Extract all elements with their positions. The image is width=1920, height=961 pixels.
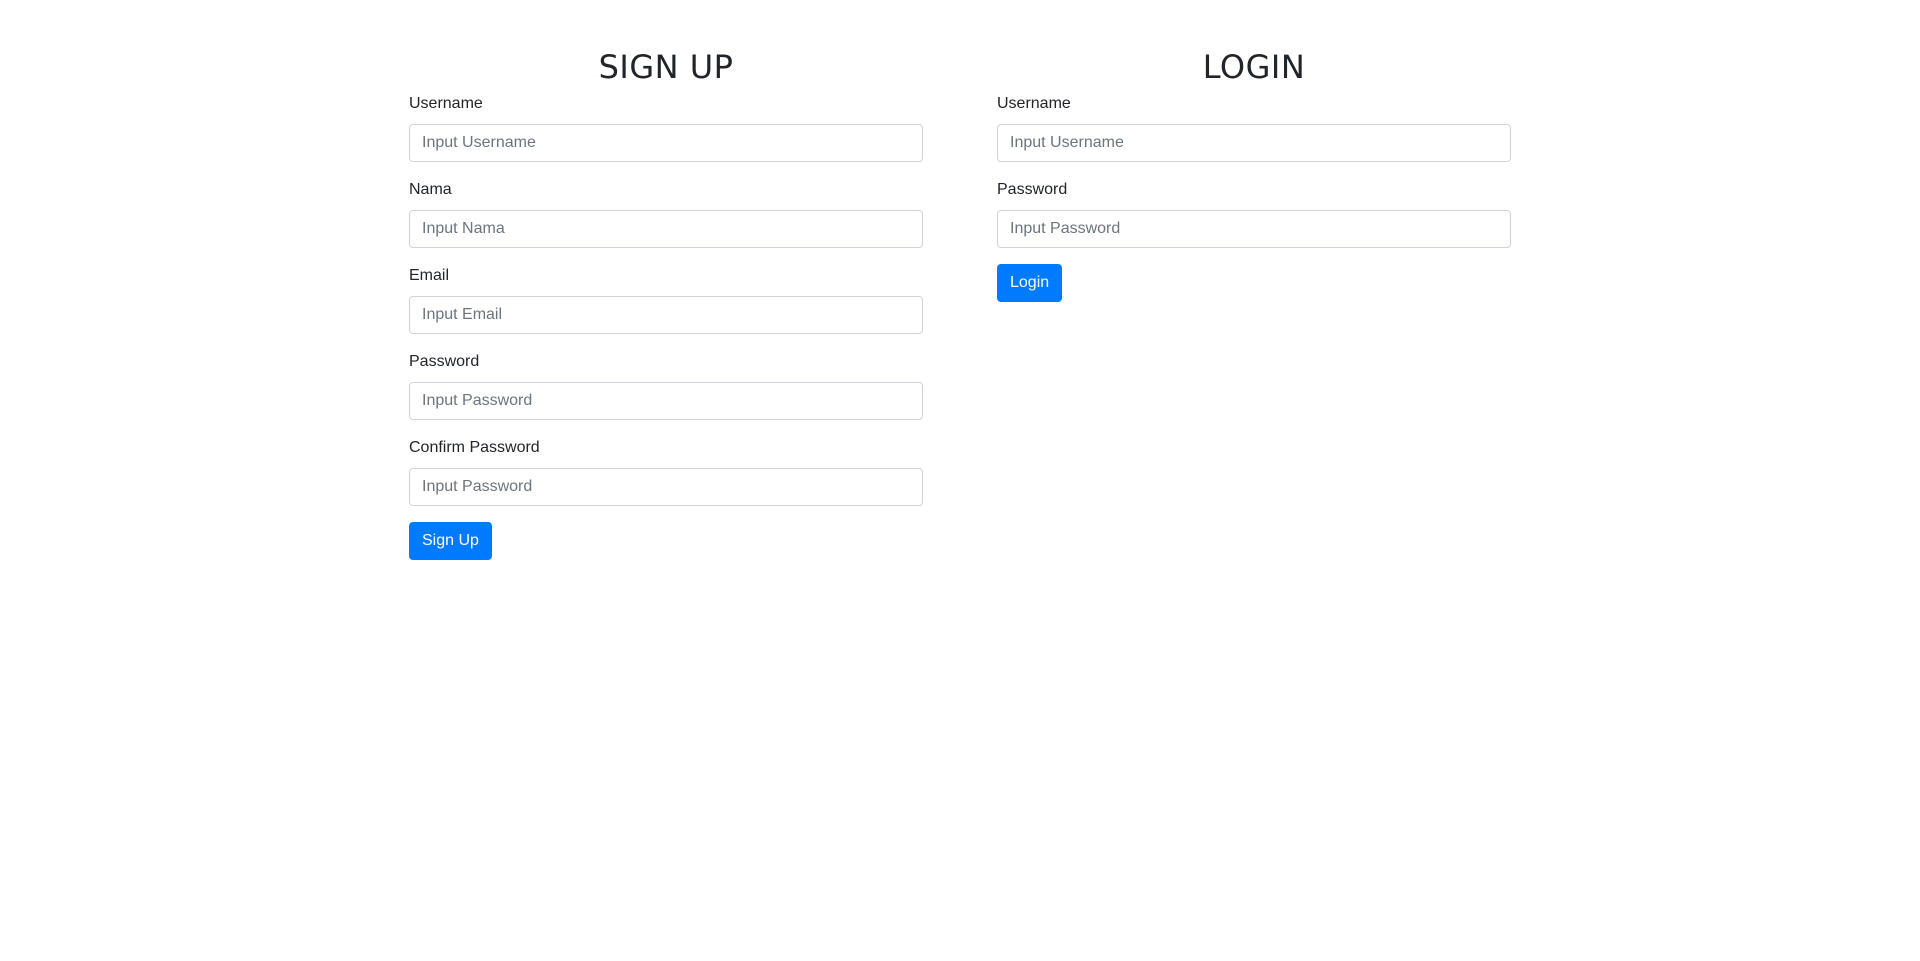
signup-nama-group: Nama (409, 178, 923, 249)
signup-username-group: Username (409, 92, 923, 163)
login-username-group: Username (997, 92, 1511, 163)
signup-username-label: Username (409, 95, 483, 113)
signup-password-group: Password (409, 350, 923, 421)
login-password-input[interactable] (997, 210, 1511, 249)
signup-email-label: Email (409, 267, 450, 285)
signup-password-label: Password (409, 353, 480, 371)
signup-confirm-password-label: Confirm Password (409, 439, 540, 457)
signup-password-input[interactable] (409, 382, 923, 421)
signup-title: SIGN UP (598, 48, 734, 86)
signup-email-group: Email (409, 264, 923, 335)
signup-username-input[interactable] (409, 124, 923, 163)
login-password-group: Password (997, 178, 1511, 249)
login-title: LOGIN (1202, 48, 1306, 86)
forms-container: SIGN UP Username Nama Email Password Con… (394, 0, 1526, 561)
signup-nama-label: Nama (409, 181, 452, 199)
login-password-label: Password (997, 181, 1068, 199)
login-username-input[interactable] (997, 124, 1511, 163)
signup-confirm-password-group: Confirm Password (409, 436, 923, 507)
signup-email-input[interactable] (409, 296, 923, 335)
signup-nama-input[interactable] (409, 210, 923, 249)
signup-button[interactable]: Sign Up (409, 522, 492, 561)
login-username-label: Username (997, 95, 1071, 113)
signup-form: SIGN UP Username Nama Email Password Con… (409, 0, 923, 561)
signup-confirm-password-input[interactable] (409, 468, 923, 507)
login-button[interactable]: Login (997, 264, 1063, 303)
login-form: LOGIN Username Password Login (997, 0, 1511, 560)
